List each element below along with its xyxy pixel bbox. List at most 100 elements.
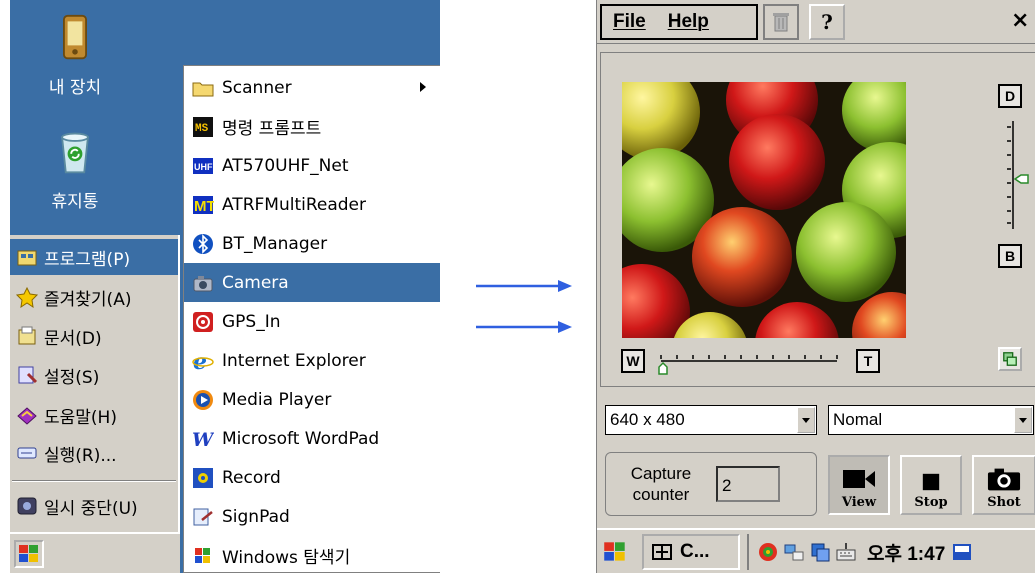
- start-menu-item-label: 일시 중단(U): [44, 498, 138, 519]
- start-menu-item-documents[interactable]: 문서(D): [10, 318, 178, 354]
- start-menu-item-label: 실행(R)...: [44, 445, 117, 466]
- question-icon: ?: [821, 10, 833, 34]
- start-menu-item-suspend[interactable]: 일시 중단(U): [10, 488, 178, 524]
- media-player-icon: [193, 389, 213, 410]
- camera-icon: [193, 275, 213, 291]
- desktop-toggle-icon[interactable]: [951, 541, 973, 563]
- clock: 오후 1:47: [867, 543, 946, 565]
- stop-label: Stop: [914, 495, 948, 510]
- bluetooth-icon: [193, 233, 213, 254]
- submenu-item-label: BT_Manager: [222, 233, 328, 254]
- video-camera-icon: [843, 470, 875, 488]
- camera-preview: [622, 82, 906, 338]
- submenu-item-label: GPS_In: [222, 311, 281, 332]
- menu-help[interactable]: Help: [657, 11, 720, 33]
- desktop-icon-recycle-bin[interactable]: 휴지통: [20, 128, 130, 212]
- network-icon[interactable]: [757, 541, 779, 563]
- programs-icon: [17, 250, 37, 266]
- submenu-item-wordpad[interactable]: W Microsoft WordPad: [184, 419, 440, 458]
- submenu-item-command-prompt[interactable]: MS 명령 프롬프트: [184, 107, 440, 146]
- run-icon: [17, 447, 37, 459]
- flow-arrow: [476, 280, 572, 292]
- desktop: 내 장치 휴지통 프로그램(P) 즐겨찾기(A) 문서(D) 설정(S) 도움말…: [10, 0, 440, 573]
- folder-icon: [192, 82, 214, 96]
- submenu-item-label: Camera: [222, 272, 289, 293]
- start-menu: 프로그램(P) 즐겨찾기(A) 문서(D) 설정(S) 도움말(H) 실행(R)…: [10, 235, 180, 565]
- suspend-icon: [17, 497, 37, 515]
- brightness-slider[interactable]: [1001, 119, 1031, 231]
- start-menu-item-favorites[interactable]: 즐겨찾기(A): [10, 279, 178, 315]
- start-menu-item-help[interactable]: 도움말(H): [10, 397, 178, 433]
- mode-select[interactable]: Nomal: [828, 405, 1034, 435]
- help-book-icon: [17, 407, 37, 425]
- menu-file[interactable]: File: [602, 11, 657, 33]
- brightness-thumb[interactable]: [1013, 174, 1029, 184]
- taskbar: C... 오후 1:47: [597, 528, 1035, 573]
- window-toggle-icon: [1003, 352, 1017, 366]
- submenu-item-label: Record: [222, 467, 281, 488]
- shot-button[interactable]: Shot: [972, 455, 1035, 515]
- submenu-item-label: ATRFMultiReader: [222, 194, 367, 215]
- recycle-bin-icon: [61, 132, 89, 174]
- submenu-item-atrfmultireader[interactable]: MT ATRFMultiReader: [184, 185, 440, 224]
- fullscreen-button[interactable]: [998, 347, 1022, 371]
- view-button[interactable]: View: [828, 455, 890, 515]
- dark-button[interactable]: D: [998, 84, 1022, 108]
- sync-icon[interactable]: [809, 541, 831, 563]
- desktop-icon-label: 내 장치: [48, 78, 102, 98]
- keyboard-icon[interactable]: [835, 541, 857, 563]
- zoom-tele-button[interactable]: T: [856, 349, 880, 373]
- zoom-thumb[interactable]: [658, 361, 668, 375]
- delete-button[interactable]: [763, 4, 799, 40]
- start-button[interactable]: [14, 540, 44, 568]
- submenu-item-at570uhf[interactable]: UHF AT570UHF_Net: [184, 146, 440, 185]
- submenu-item-bt-manager[interactable]: BT_Manager: [184, 224, 440, 263]
- signpad-icon: [193, 508, 213, 525]
- camera-icon: [987, 468, 1021, 491]
- close-button[interactable]: ×: [1011, 8, 1029, 33]
- flow-arrow: [476, 321, 572, 333]
- submenu-item-label: Media Player: [222, 389, 332, 410]
- start-menu-item-programs[interactable]: 프로그램(P): [10, 239, 178, 275]
- submenu-item-label: Internet Explorer: [222, 350, 366, 371]
- resolution-select[interactable]: 640 x 480: [605, 405, 817, 435]
- zoom-slider[interactable]: [657, 347, 843, 377]
- taskbar: [10, 532, 180, 573]
- chevron-down-icon[interactable]: [1014, 407, 1032, 433]
- settings-icon: [18, 366, 38, 384]
- preview-panel: D B W T: [600, 52, 1035, 387]
- mt-icon: MT: [193, 195, 214, 215]
- submenu-item-internet-explorer[interactable]: e Internet Explorer: [184, 341, 440, 380]
- submenu-item-camera[interactable]: Camera: [184, 263, 440, 302]
- internet-explorer-icon: e: [192, 350, 214, 372]
- submenu-item-scanner[interactable]: Scanner: [184, 68, 440, 107]
- svg-text:W: W: [192, 429, 214, 450]
- desktop-icon-my-device[interactable]: 내 장치: [20, 14, 130, 98]
- stop-icon: [922, 473, 940, 491]
- start-menu-item-label: 설정(S): [44, 367, 100, 388]
- submenu-item-gps-in[interactable]: GPS_In: [184, 302, 440, 341]
- resolution-value: 640 x 480: [610, 410, 685, 429]
- camera-app-window: File Help ? × D B W T 640 x 480 Nomal Ca…: [596, 0, 1035, 573]
- start-menu-item-label: 문서(D): [44, 328, 102, 349]
- zoom-wide-button[interactable]: W: [621, 349, 645, 373]
- pda-icon: [63, 14, 87, 60]
- documents-icon: [18, 326, 36, 345]
- chevron-down-icon[interactable]: [797, 407, 815, 433]
- windows-flag-icon[interactable]: [601, 538, 629, 566]
- view-label: View: [841, 495, 877, 510]
- connection-icon[interactable]: [783, 541, 805, 563]
- capture-counter-field[interactable]: 2: [716, 466, 780, 502]
- svg-text:e: e: [193, 350, 207, 372]
- start-menu-item-run[interactable]: 실행(R)...: [10, 435, 178, 471]
- taskbar-task-camera[interactable]: C...: [642, 534, 740, 570]
- submenu-item-record[interactable]: Record: [184, 458, 440, 497]
- stop-button[interactable]: Stop: [900, 455, 962, 515]
- submenu-item-windows-explorer[interactable]: Windows 탐색기: [184, 536, 440, 573]
- start-menu-item-settings[interactable]: 설정(S): [10, 357, 178, 393]
- bright-button[interactable]: B: [998, 244, 1022, 268]
- system-tray: 오후 1:47: [747, 534, 1035, 570]
- help-button[interactable]: ?: [809, 4, 845, 40]
- submenu-item-signpad[interactable]: SignPad: [184, 497, 440, 536]
- submenu-item-media-player[interactable]: Media Player: [184, 380, 440, 419]
